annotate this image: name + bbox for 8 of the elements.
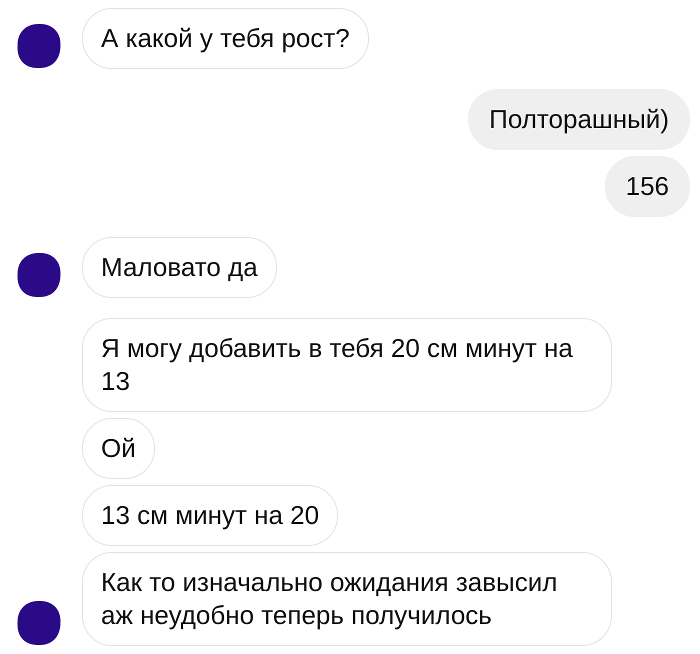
- message-bubble: Маловато да: [82, 237, 277, 298]
- message-bubble: Я могу добавить в тебя 20 см минут на 13: [82, 318, 612, 412]
- message-bubble: Полторашный): [468, 89, 690, 150]
- message-bubble: 13 см минут на 20: [82, 485, 338, 546]
- message-bubble: Ой: [82, 418, 155, 479]
- message-bubble: 156: [604, 156, 690, 217]
- message-bubble: Как то изначально ожидания завысил аж неудобно теперь получилось: [82, 552, 612, 646]
- message-bubble: А какой у тебя рост?: [82, 8, 369, 69]
